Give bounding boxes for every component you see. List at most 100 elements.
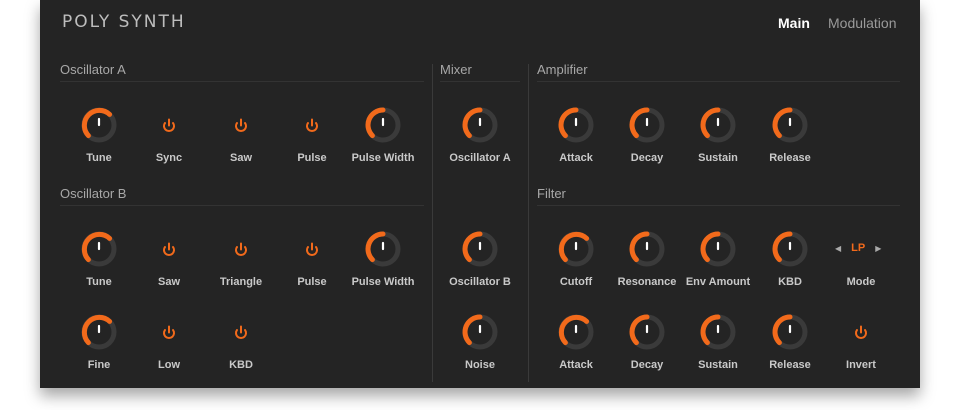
osc-a-tune-knob[interactable] — [78, 104, 120, 146]
amp-attack-knob[interactable] — [555, 104, 597, 146]
osc-a-sync: Sync — [129, 104, 209, 164]
power-icon[interactable] — [291, 228, 333, 270]
toggle-label: Pulse — [297, 276, 327, 288]
knob-label: Oscillator A — [449, 152, 511, 164]
knob-label: Pulse Width — [351, 276, 415, 288]
mode-selector: ◀ LP ▶ — [835, 242, 881, 254]
mixer-osc-a-knob[interactable] — [459, 104, 501, 146]
osc-b-pulse: Pulse — [272, 228, 352, 288]
arrow-left-icon[interactable]: ◀ — [835, 244, 841, 253]
knob-label: Fine — [87, 359, 111, 371]
filter-env-attack: Attack — [536, 311, 616, 371]
filter-env-amount-knob[interactable] — [697, 228, 739, 270]
filter-env-sustain: Sustain — [678, 311, 758, 371]
filter-env-amount: Env Amount — [678, 228, 758, 288]
knob-label: Noise — [465, 359, 495, 371]
tab-main[interactable]: Main — [778, 15, 810, 31]
section-oscillator-a: Oscillator A — [60, 62, 424, 82]
arrow-right-icon[interactable]: ▶ — [875, 244, 881, 253]
osc-b-kbd: KBD — [201, 311, 281, 371]
osc-b-saw: Saw — [129, 228, 209, 288]
knob-label: Decay — [630, 152, 664, 164]
osc-b-pulse-width-knob[interactable] — [362, 228, 404, 270]
section-amplifier: Amplifier — [537, 62, 900, 82]
toggle-label: KBD — [229, 359, 253, 371]
osc-b-tune-knob[interactable] — [78, 228, 120, 270]
toggle-label: Low — [158, 359, 180, 371]
power-icon[interactable] — [148, 228, 190, 270]
osc-a-tune: Tune — [59, 104, 139, 164]
knob-label: Env Amount — [685, 276, 751, 288]
divider — [432, 64, 433, 382]
osc-b-low: Low — [129, 311, 209, 371]
filter-env-release: Release — [750, 311, 830, 371]
toggle-label: Invert — [846, 359, 876, 371]
filter-decay-knob[interactable] — [626, 311, 668, 353]
power-icon[interactable] — [148, 104, 190, 146]
filter-invert: Invert — [821, 311, 901, 371]
toggle-label: Pulse — [297, 152, 327, 164]
knob-label: Tune — [86, 152, 112, 164]
filter-attack-knob[interactable] — [555, 311, 597, 353]
power-icon[interactable] — [220, 228, 262, 270]
knob-label: Pulse Width — [351, 152, 415, 164]
knob-label: Sustain — [698, 359, 738, 371]
osc-a-saw: Saw — [201, 104, 281, 164]
toggle-label: Sync — [155, 152, 183, 164]
filter-release-knob[interactable] — [769, 311, 811, 353]
section-oscillator-b: Oscillator B — [60, 186, 424, 206]
filter-resonance: Resonance — [607, 228, 687, 288]
mixer-osc-b: Oscillator B — [440, 228, 520, 288]
filter-cutoff-knob[interactable] — [555, 228, 597, 270]
filter-kbd: KBD — [750, 228, 830, 288]
mixer-noise: Noise — [440, 311, 520, 371]
knob-label: Decay — [630, 359, 664, 371]
knob-label: Cutoff — [559, 276, 593, 288]
toggle-label: Saw — [157, 276, 180, 288]
power-icon[interactable] — [291, 104, 333, 146]
power-icon[interactable] — [220, 311, 262, 353]
filter-cutoff: Cutoff — [536, 228, 616, 288]
power-icon[interactable] — [148, 311, 190, 353]
toggle-label: Triangle — [219, 276, 263, 288]
amp-decay-knob[interactable] — [626, 104, 668, 146]
knob-label: Oscillator B — [449, 276, 511, 288]
mode-value: LP — [851, 242, 866, 254]
mixer-osc-a: Oscillator A — [440, 104, 520, 164]
osc-b-triangle: Triangle — [201, 228, 281, 288]
amp-release-knob[interactable] — [769, 104, 811, 146]
filter-kbd-knob[interactable] — [769, 228, 811, 270]
knob-label: Sustain — [698, 152, 738, 164]
amp-decay: Decay — [607, 104, 687, 164]
filter-sustain-knob[interactable] — [697, 311, 739, 353]
knob-label: Release — [769, 152, 811, 164]
app-title: POLY SYNTH — [62, 12, 186, 32]
power-icon[interactable] — [840, 311, 882, 353]
knob-label: Resonance — [617, 276, 677, 288]
amp-sustain: Sustain — [678, 104, 758, 164]
filter-env-decay: Decay — [607, 311, 687, 371]
osc-a-pulse-width: Pulse Width — [343, 104, 423, 164]
osc-b-fine-knob[interactable] — [78, 311, 120, 353]
amp-sustain-knob[interactable] — [697, 104, 739, 146]
knob-label: Release — [769, 359, 811, 371]
divider — [528, 64, 529, 382]
knob-label: Tune — [86, 276, 112, 288]
osc-a-pulse: Pulse — [272, 104, 352, 164]
tab-modulation[interactable]: Modulation — [828, 15, 897, 31]
osc-b-pulse-width: Pulse Width — [343, 228, 423, 288]
osc-a-pulse-width-knob[interactable] — [362, 104, 404, 146]
osc-b-tune: Tune — [59, 228, 139, 288]
mixer-osc-b-knob[interactable] — [459, 228, 501, 270]
section-mixer: Mixer — [440, 62, 520, 82]
toggle-label: Saw — [229, 152, 252, 164]
osc-b-fine: Fine — [59, 311, 139, 371]
knob-label: KBD — [778, 276, 802, 288]
mode-label: Mode — [846, 276, 876, 288]
filter-resonance-knob[interactable] — [626, 228, 668, 270]
power-icon[interactable] — [220, 104, 262, 146]
amp-release: Release — [750, 104, 830, 164]
synth-panel: POLY SYNTH Main Modulation Oscillator A … — [40, 0, 920, 388]
mixer-noise-knob[interactable] — [459, 311, 501, 353]
knob-label: Attack — [559, 152, 593, 164]
